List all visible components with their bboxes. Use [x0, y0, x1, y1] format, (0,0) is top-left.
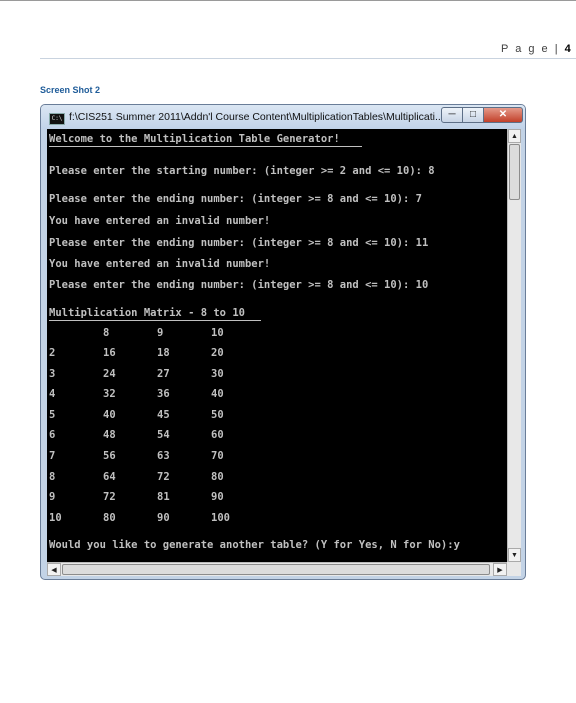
arrow-left-icon: ◀ — [51, 567, 57, 574]
matrix-cell: 27 — [157, 367, 170, 380]
console-invalid-1: You have entered an invalid number! — [49, 215, 271, 227]
scroll-down-button[interactable]: ▼ — [508, 548, 521, 562]
minimize-button[interactable]: ─ — [441, 107, 463, 123]
matrix-cell: 100 — [211, 511, 230, 524]
matrix-row-label: 5 — [49, 408, 56, 421]
matrix-title-underline — [49, 320, 261, 321]
matrix-cell: 81 — [157, 491, 170, 504]
matrix-row-label: 10 — [49, 511, 62, 524]
matrix-cell: 90 — [211, 491, 224, 504]
matrix-cell: 56 — [103, 450, 116, 462]
matrix-cell: 24 — [103, 367, 116, 380]
matrix-cell: 30 — [211, 367, 224, 380]
screenshot-caption: Screen Shot 2 — [40, 85, 101, 95]
matrix-cell: 32 — [103, 388, 116, 401]
title-bar[interactable]: C:\ f:\CIS251 Summer 2011\Addn'l Course … — [41, 105, 525, 129]
page-number-value: 4 — [564, 43, 571, 55]
welcome-underline — [49, 146, 362, 147]
scroll-up-button[interactable]: ▲ — [508, 129, 521, 143]
console-window: C:\ f:\CIS251 Summer 2011\Addn'l Course … — [40, 104, 526, 580]
console-invalid-2: You have entered an invalid number! — [49, 258, 271, 270]
minimize-icon: ─ — [448, 109, 456, 120]
horizontal-scroll-thumb[interactable] — [62, 564, 490, 575]
page-number: P a g e | 4 — [501, 43, 571, 55]
matrix-cell: 60 — [211, 429, 224, 442]
matrix-row-label: 8 — [49, 470, 56, 483]
console-output[interactable]: Welcome to the Multiplication Table Gene… — [47, 129, 507, 562]
matrix-cell: 54 — [157, 429, 170, 442]
matrix-cell: 48 — [103, 429, 116, 442]
vertical-scrollbar[interactable]: ▲ ▼ — [507, 129, 521, 562]
matrix-cell: 72 — [103, 491, 116, 504]
matrix-cell: 72 — [157, 470, 170, 483]
page-separator: | — [554, 43, 560, 55]
matrix-header-cell: 8 — [103, 327, 110, 339]
matrix-cell: 20 — [211, 347, 224, 359]
matrix-row-label: 3 — [49, 367, 56, 380]
matrix-cell: 50 — [211, 408, 224, 421]
matrix-header-cell: 9 — [157, 327, 164, 339]
top-rule — [0, 0, 576, 1]
matrix-row-label: 2 — [49, 347, 56, 359]
vertical-scroll-thumb[interactable] — [509, 144, 520, 200]
matrix-cell: 80 — [211, 470, 224, 483]
console-prompt-end-3: Please enter the ending number: (integer… — [49, 279, 429, 291]
console-app-icon[interactable]: C:\ — [49, 113, 65, 125]
matrix-cell: 64 — [103, 470, 116, 483]
matrix-title: Multiplication Matrix - 8 to 10 — [49, 307, 245, 319]
horizontal-scrollbar[interactable]: ◀ ▶ — [47, 562, 507, 576]
matrix-cell: 90 — [157, 511, 170, 524]
matrix-cell: 18 — [157, 347, 170, 359]
window-title: f:\CIS251 Summer 2011\Addn'l Course Cont… — [69, 111, 444, 123]
page-label: P a g e — [501, 43, 550, 55]
header-rule — [40, 58, 576, 59]
matrix-header-cell: 10 — [211, 327, 224, 339]
maximize-button[interactable]: □ — [462, 107, 484, 123]
arrow-down-icon: ▼ — [511, 552, 518, 559]
maximize-icon: □ — [469, 109, 477, 120]
scroll-left-button[interactable]: ◀ — [47, 563, 61, 576]
matrix-cell: 70 — [211, 450, 224, 462]
console-welcome: Welcome to the Multiplication Table Gene… — [49, 133, 340, 145]
matrix-cell: 36 — [157, 388, 170, 401]
matrix-cell: 40 — [211, 388, 224, 401]
close-button[interactable]: ✕ — [483, 107, 523, 123]
matrix-row-label: 6 — [49, 429, 56, 442]
console-prompt-end-2: Please enter the ending number: (integer… — [49, 237, 429, 249]
scroll-right-button[interactable]: ▶ — [493, 563, 507, 576]
console-prompt-start: Please enter the starting number: (integ… — [49, 165, 435, 177]
resize-grip[interactable] — [507, 562, 521, 576]
matrix-row-label: 9 — [49, 491, 56, 504]
matrix-row-label: 4 — [49, 388, 56, 401]
arrow-right-icon: ▶ — [497, 567, 503, 574]
matrix-cell: 45 — [157, 408, 170, 421]
matrix-cell: 80 — [103, 511, 116, 524]
arrow-up-icon: ▲ — [511, 133, 518, 140]
matrix-cell: 16 — [103, 347, 116, 359]
matrix-cell: 63 — [157, 450, 170, 462]
close-icon: ✕ — [498, 109, 508, 120]
console-prompt-end-1: Please enter the ending number: (integer… — [49, 193, 422, 205]
console-again-prompt: Would you like to generate another table… — [49, 539, 460, 551]
matrix-cell: 40 — [103, 408, 116, 421]
matrix-row-label: 7 — [49, 450, 56, 462]
